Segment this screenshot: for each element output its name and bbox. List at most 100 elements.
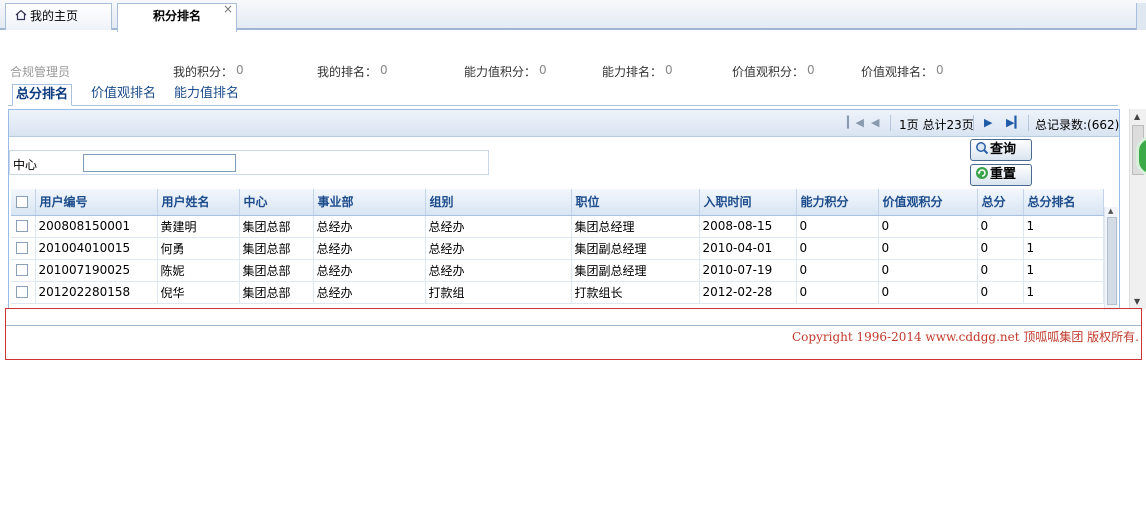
first-page-icon[interactable]: ▎◀ [847,116,864,129]
cell-ability-points: 0 [796,237,879,260]
cell-group: 总经办 [425,259,572,282]
copyright-text: Copyright 1996-2014 www.cddgg.net 顶呱呱集团 … [792,330,1139,344]
subtab-ability-ranking[interactable]: 能力值排名 [174,84,239,106]
page-scroll-down-icon[interactable]: ▼ [1134,297,1140,306]
col-join-date[interactable]: 入职时间 [699,189,797,216]
center-input[interactable] [83,154,236,172]
tab-points-ranking-label: 积分排名 [152,9,201,23]
checkbox-icon [16,264,28,276]
cell-total-rank: 1 [1023,259,1104,282]
table-row[interactable]: 201202280158 倪华 集团总部 总经办 打款组 打款组长 2012-0… [11,281,1104,304]
ranking-grid-panel: ▎◀ ◀ 1页 总计23页 ▶ ▶▎ 总记录数:(662) 中心 查询 重置 用… [8,109,1120,310]
user-role: 合规管理员 [10,65,71,79]
cell-position: 集团总经理 [571,215,700,238]
cell-user-id: 201007190025 [35,259,158,282]
select-all-checkbox[interactable] [11,189,36,216]
cell-ability-points: 0 [796,281,879,304]
cell-user-id: 201004010015 [35,237,158,260]
close-icon[interactable]: × [223,0,233,22]
grid-scrollbar[interactable]: ▲ [1104,207,1118,310]
table-row[interactable]: 201004010015 何勇 集团总部 总经办 总经办 集团副总经理 2010… [11,237,1104,260]
row-checkbox[interactable] [11,281,36,304]
last-page-icon[interactable]: ▶▎ [1006,116,1023,129]
col-user-name[interactable]: 用户姓名 [157,189,240,216]
query-button[interactable]: 查询 [970,139,1032,161]
cell-user-id: 201202280158 [35,281,158,304]
pager-separator [1028,115,1029,131]
subtab-value-ranking[interactable]: 价值观排名 [91,84,156,106]
ability-points-label: 能力值积分： [464,65,537,79]
ranking-table: 用户编号 用户姓名 中心 事业部 组别 职位 入职时间 能力积分 价值观积分 总… [11,189,1104,304]
cell-value-points: 0 [878,281,978,304]
col-ability-points[interactable]: 能力积分 [796,189,879,216]
points-summary: 合规管理员 我的积分： 0 我的排名： 0 能力值积分： 0 能力排名： 0 价… [0,63,1120,79]
table-row[interactable]: 201007190025 陈妮 集团总部 总经办 总经办 集团副总经理 2010… [11,259,1104,282]
grid-scrollbar-thumb[interactable] [1107,217,1117,305]
row-checkbox[interactable] [11,259,36,282]
cell-position: 集团副总经理 [571,259,700,282]
cell-value-points: 0 [878,237,978,260]
col-user-id[interactable]: 用户编号 [35,189,158,216]
row-checkbox[interactable] [11,215,36,238]
col-total-score[interactable]: 总分 [977,189,1024,216]
search-form: 中心 [9,150,489,175]
next-page-icon[interactable]: ▶ [984,116,992,129]
prev-page-icon[interactable]: ◀ [871,116,879,129]
cell-user-name: 黄建明 [157,215,240,238]
pager-separator [890,115,891,131]
cell-user-id: 200808150001 [35,215,158,238]
page-scroll-up-icon[interactable]: ▲ [1134,112,1140,121]
cell-center: 集团总部 [239,215,314,238]
cell-total-score: 0 [977,281,1024,304]
cell-position: 集团副总经理 [571,237,700,260]
cell-total-score: 0 [977,215,1024,238]
cell-user-name: 倪华 [157,281,240,304]
col-position[interactable]: 职位 [571,189,700,216]
cell-value-points: 0 [878,259,978,282]
reset-button-label: 重置 [990,167,1017,182]
cell-user-name: 陈妮 [157,259,240,282]
ranking-subtabs: 总分排名 价值观排名 能力值排名 [8,82,1118,106]
cell-division: 总经办 [313,259,426,282]
col-center[interactable]: 中心 [239,189,314,216]
col-division[interactable]: 事业部 [313,189,426,216]
center-label: 中心 [13,158,38,172]
my-rank-label: 我的排名： [317,65,378,79]
cell-total-score: 0 [977,259,1024,282]
tab-scroll-right[interactable] [1136,3,1146,30]
cell-group: 总经办 [425,237,572,260]
cell-user-name: 何勇 [157,237,240,260]
cell-total-rank: 1 [1023,237,1104,260]
row-checkbox[interactable] [11,237,36,260]
cell-total-score: 0 [977,237,1024,260]
cell-join-date: 2008-08-15 [699,215,797,238]
footer-divider [6,325,1141,326]
cell-center: 集团总部 [239,281,314,304]
tab-points-ranking[interactable]: 积分排名 × [117,0,237,32]
cell-join-date: 2010-07-19 [699,259,797,282]
cell-center: 集团总部 [239,237,314,260]
col-value-points[interactable]: 价值观积分 [878,189,978,216]
pager-toolbar: ▎◀ ◀ 1页 总计23页 ▶ ▶▎ 总记录数:(662) [9,110,1119,137]
footer: Copyright 1996-2014 www.cddgg.net 顶呱呱集团 … [5,308,1142,360]
checkbox-icon [16,242,28,254]
subtab-total-ranking[interactable]: 总分排名 [12,84,72,106]
table-header-row: 用户编号 用户姓名 中心 事业部 组别 职位 入职时间 能力积分 价值观积分 总… [11,189,1104,216]
cell-group: 总经办 [425,215,572,238]
checkbox-icon [16,195,28,208]
my-rank-value: 0 [380,63,388,77]
cell-division: 总经办 [313,215,426,238]
reset-button[interactable]: 重置 [970,164,1032,186]
value-rank-value: 0 [936,63,944,77]
table-row[interactable]: 200808150001 黄建明 集团总部 总经办 总经办 集团总经理 2008… [11,215,1104,238]
cell-total-rank: 1 [1023,281,1104,304]
col-group[interactable]: 组别 [425,189,572,216]
tab-bar: 我的主页 积分排名 × [0,0,1146,32]
cell-ability-points: 0 [796,215,879,238]
tab-home[interactable]: 我的主页 [5,3,112,30]
ability-points-value: 0 [539,63,547,77]
tab-home-label: 我的主页 [30,9,79,23]
cell-division: 总经办 [313,237,426,260]
col-total-rank[interactable]: 总分排名 [1023,189,1104,216]
scroll-up-icon[interactable]: ▲ [1108,207,1113,215]
